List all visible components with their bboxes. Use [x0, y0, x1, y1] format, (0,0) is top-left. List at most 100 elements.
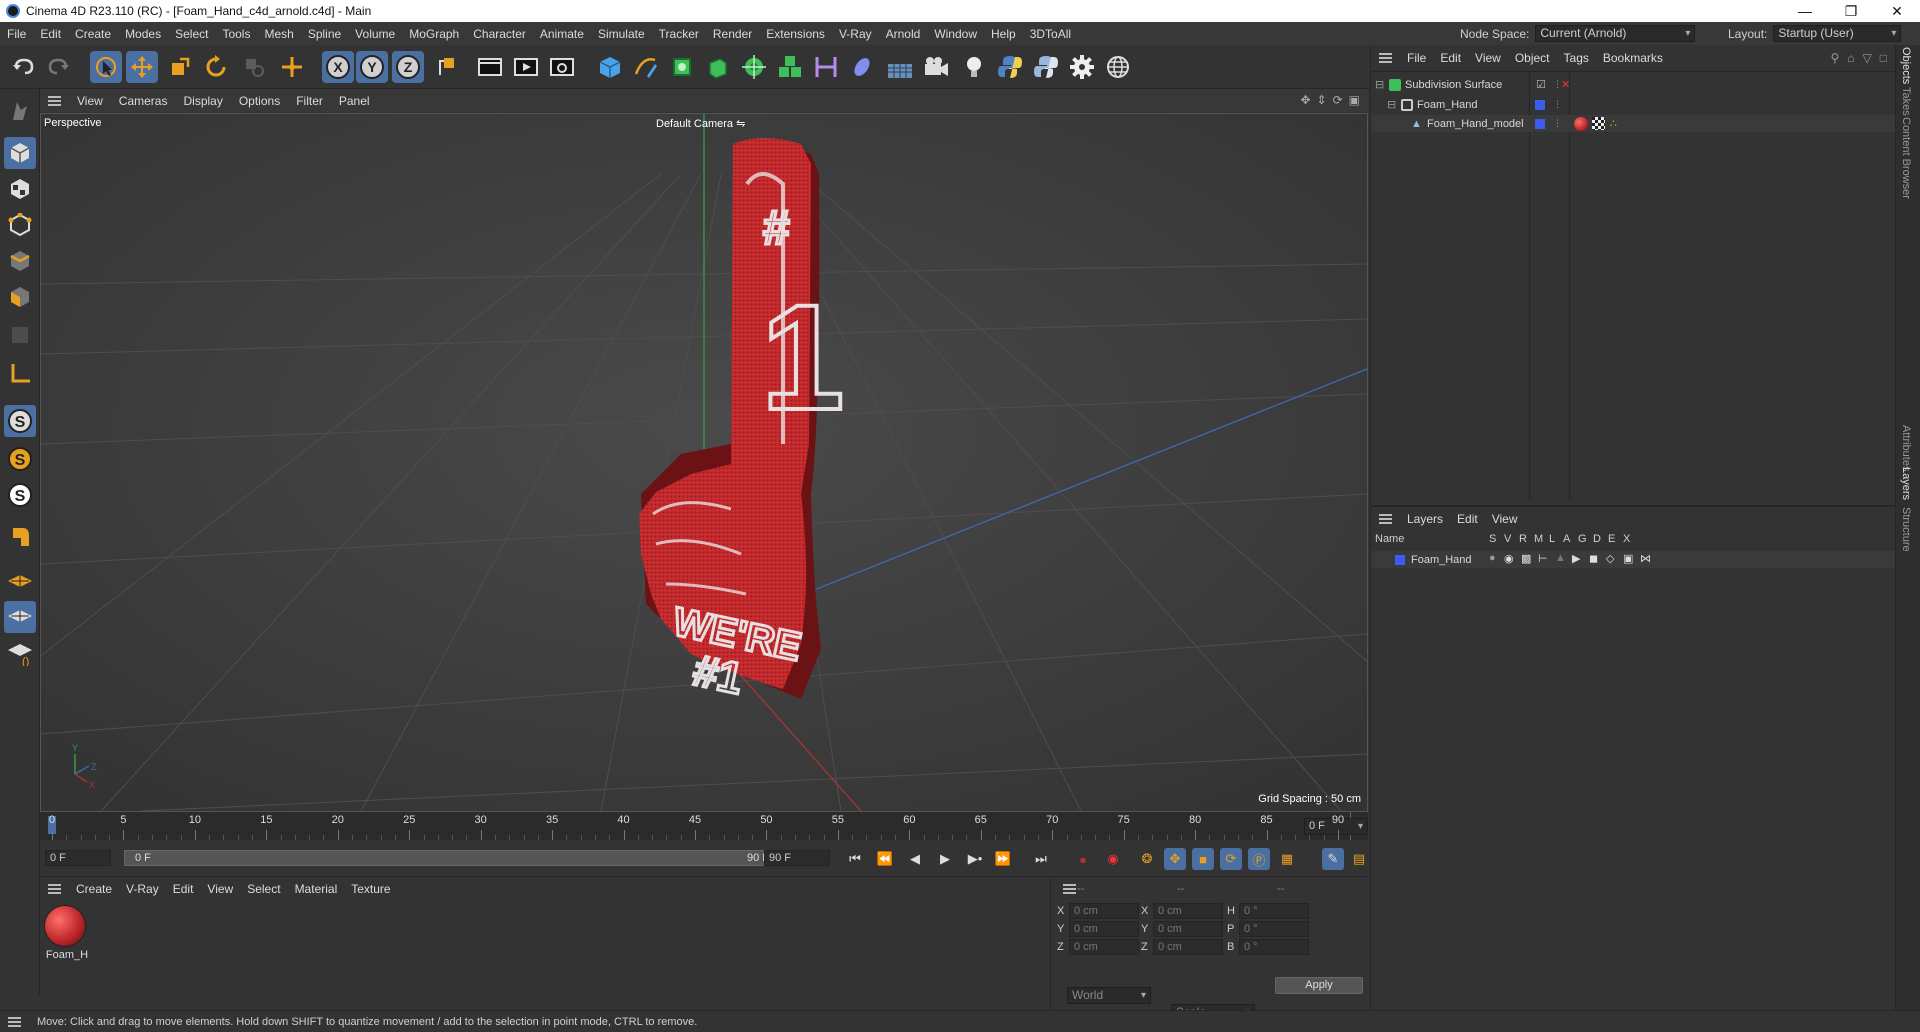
- start-frame-field[interactable]: 0 F: [45, 850, 111, 866]
- coordinate-system-icon[interactable]: [430, 51, 462, 83]
- material-menu-edit[interactable]: Edit: [166, 882, 201, 896]
- menu-spline[interactable]: Spline: [301, 27, 348, 41]
- end-frame-field[interactable]: 90 F: [764, 850, 830, 866]
- layer-color-swatch[interactable]: [1535, 99, 1545, 110]
- uvw-tag-icon[interactable]: [1592, 117, 1605, 130]
- solo-toggle-icon[interactable]: ●: [1489, 552, 1501, 565]
- menu-mesh[interactable]: Mesh: [257, 27, 300, 41]
- layer-row-foam-hand[interactable]: Foam_Hand ● ◉ ▩ ⊢ ▲ ▶ ◼ ◇ ▣ ⋈: [1371, 551, 1896, 568]
- menu-help[interactable]: Help: [984, 27, 1023, 41]
- layer-name[interactable]: Foam_Hand: [1411, 554, 1472, 566]
- viewport-maximize-icon[interactable]: ▣: [1349, 93, 1360, 107]
- menu-window[interactable]: Window: [927, 27, 984, 41]
- side-tab-takes[interactable]: Takes: [1900, 87, 1912, 116]
- rotate-tool-icon[interactable]: [200, 51, 232, 83]
- layer-column-name[interactable]: Name: [1375, 533, 1404, 545]
- next-frame-button[interactable]: ▶•: [964, 848, 986, 870]
- next-key-button[interactable]: ⏩: [992, 848, 1014, 870]
- object-menu-view[interactable]: View: [1468, 51, 1508, 65]
- menu-simulate[interactable]: Simulate: [591, 27, 652, 41]
- 3d-viewport[interactable]: # 1 WE'RE #1 Y Z X Perspective Default C…: [40, 113, 1368, 812]
- mograph-cubes-icon[interactable]: [774, 51, 806, 83]
- phong-tag-icon[interactable]: ∴: [1610, 117, 1617, 130]
- layer-column-s[interactable]: S: [1489, 533, 1496, 545]
- object-menu-tags[interactable]: Tags: [1557, 51, 1596, 65]
- side-tab-structure[interactable]: Structure: [1900, 507, 1912, 552]
- view-toggle-icon[interactable]: ◉: [1504, 552, 1518, 565]
- redo-button[interactable]: [42, 51, 74, 83]
- coord-value-field[interactable]: 0 cm: [1153, 921, 1223, 937]
- viewport-rotate-icon[interactable]: ⟳: [1333, 93, 1343, 107]
- field-icon[interactable]: [846, 51, 878, 83]
- visibility-dots-icon[interactable]: ⋮: [1553, 118, 1562, 129]
- extrude-icon[interactable]: [702, 51, 734, 83]
- menu-tools[interactable]: Tools: [215, 27, 257, 41]
- camera-icon[interactable]: [920, 51, 952, 83]
- timeline-ruler[interactable]: 0 F 051015202530354045505560657075808590: [40, 812, 1368, 840]
- side-tab-content-browser[interactable]: Content Browser: [1900, 117, 1912, 199]
- record-keys-icon[interactable]: ●: [1072, 848, 1094, 870]
- locked-workplane-icon[interactable]: [4, 601, 36, 633]
- workplane-icon[interactable]: [4, 565, 36, 597]
- previous-key-button[interactable]: ⏪: [874, 848, 896, 870]
- go-to-end-button[interactable]: ⏭: [1030, 848, 1052, 870]
- preview-range-slider[interactable]: 0 F 90 F: [124, 850, 786, 866]
- material-hamburger-icon[interactable]: [48, 884, 61, 894]
- animation-toggle-icon[interactable]: ▶: [1572, 552, 1586, 565]
- material-menu-create[interactable]: Create: [69, 882, 119, 896]
- layer-menu-view[interactable]: View: [1485, 512, 1525, 526]
- layer-color-swatch[interactable]: [1395, 554, 1405, 565]
- render-view-icon[interactable]: [474, 51, 506, 83]
- layer-column-v[interactable]: V: [1504, 533, 1511, 545]
- material-menu-view[interactable]: View: [200, 882, 240, 896]
- viewport-menu-panel[interactable]: Panel: [331, 94, 378, 108]
- expand-toggle-icon[interactable]: ⊟: [1387, 98, 1397, 111]
- object-row-foam-hand-model[interactable]: ▲ Foam_Hand_model ⋮ ∴: [1371, 115, 1896, 132]
- uv-mode-icon[interactable]: [4, 319, 36, 351]
- viewport-menu-options[interactable]: Options: [231, 94, 288, 108]
- cube-primitive-icon[interactable]: [594, 51, 626, 83]
- layer-column-e[interactable]: E: [1608, 533, 1615, 545]
- node-space-dropdown[interactable]: Current (Arnold): [1535, 25, 1696, 42]
- model-mode-icon[interactable]: [4, 137, 36, 169]
- close-button[interactable]: ✕: [1874, 0, 1920, 22]
- scheme-icon[interactable]: ✎: [1322, 848, 1344, 870]
- python-generator-icon[interactable]: [1030, 51, 1062, 83]
- python-script-icon[interactable]: [994, 51, 1026, 83]
- layer-column-m[interactable]: M: [1534, 533, 1543, 545]
- coord-value-field[interactable]: 0 cm: [1153, 939, 1223, 955]
- side-tab-attributes[interactable]: Attributes: [1900, 425, 1912, 471]
- object-row-foam-hand[interactable]: ⊟ Foam_Hand ⋮: [1371, 96, 1896, 113]
- minimize-button[interactable]: —: [1782, 0, 1828, 22]
- menu-render[interactable]: Render: [706, 27, 759, 41]
- coord-value-field[interactable]: 0 cm: [1069, 903, 1139, 919]
- viewport-zoom-icon[interactable]: ⇕: [1317, 93, 1327, 107]
- menu-v-ray[interactable]: V-Ray: [832, 27, 879, 41]
- object-row-subdivision-surface[interactable]: ⊟ Subdivision Surface ☑ ⋮ ✕: [1371, 76, 1896, 93]
- viewport-menu-cameras[interactable]: Cameras: [111, 94, 176, 108]
- maximize-button[interactable]: ❐: [1828, 0, 1874, 22]
- key-scale-icon[interactable]: ■: [1192, 848, 1214, 870]
- layer-column-l[interactable]: L: [1549, 533, 1555, 545]
- layer-menu-edit[interactable]: Edit: [1450, 512, 1485, 526]
- layer-column-r[interactable]: R: [1519, 533, 1527, 545]
- render-to-picture-viewer-icon[interactable]: [510, 51, 542, 83]
- material-thumbnail[interactable]: Foam_H: [44, 905, 90, 965]
- viewport-menu-filter[interactable]: Filter: [288, 94, 331, 108]
- coord-value-field[interactable]: 0 °: [1239, 903, 1309, 919]
- coord-value-field[interactable]: 0 °: [1239, 921, 1309, 937]
- menu-tracker[interactable]: Tracker: [652, 27, 706, 41]
- material-menu-select[interactable]: Select: [240, 882, 287, 896]
- recent-tool-icon[interactable]: [238, 51, 270, 83]
- object-menu-object[interactable]: Object: [1508, 51, 1557, 65]
- material-menu-material[interactable]: Material: [288, 882, 345, 896]
- menu-extensions[interactable]: Extensions: [759, 27, 832, 41]
- layer-column-g[interactable]: G: [1578, 533, 1587, 545]
- layer-column-a[interactable]: A: [1563, 533, 1570, 545]
- coords-hamburger-icon[interactable]: [1063, 884, 1076, 894]
- cloner-icon[interactable]: [738, 51, 770, 83]
- side-tab-layers[interactable]: Layers: [1900, 467, 1912, 500]
- layer-column-d[interactable]: D: [1593, 533, 1601, 545]
- live-selection-icon[interactable]: [90, 51, 122, 83]
- light-icon[interactable]: [958, 51, 990, 83]
